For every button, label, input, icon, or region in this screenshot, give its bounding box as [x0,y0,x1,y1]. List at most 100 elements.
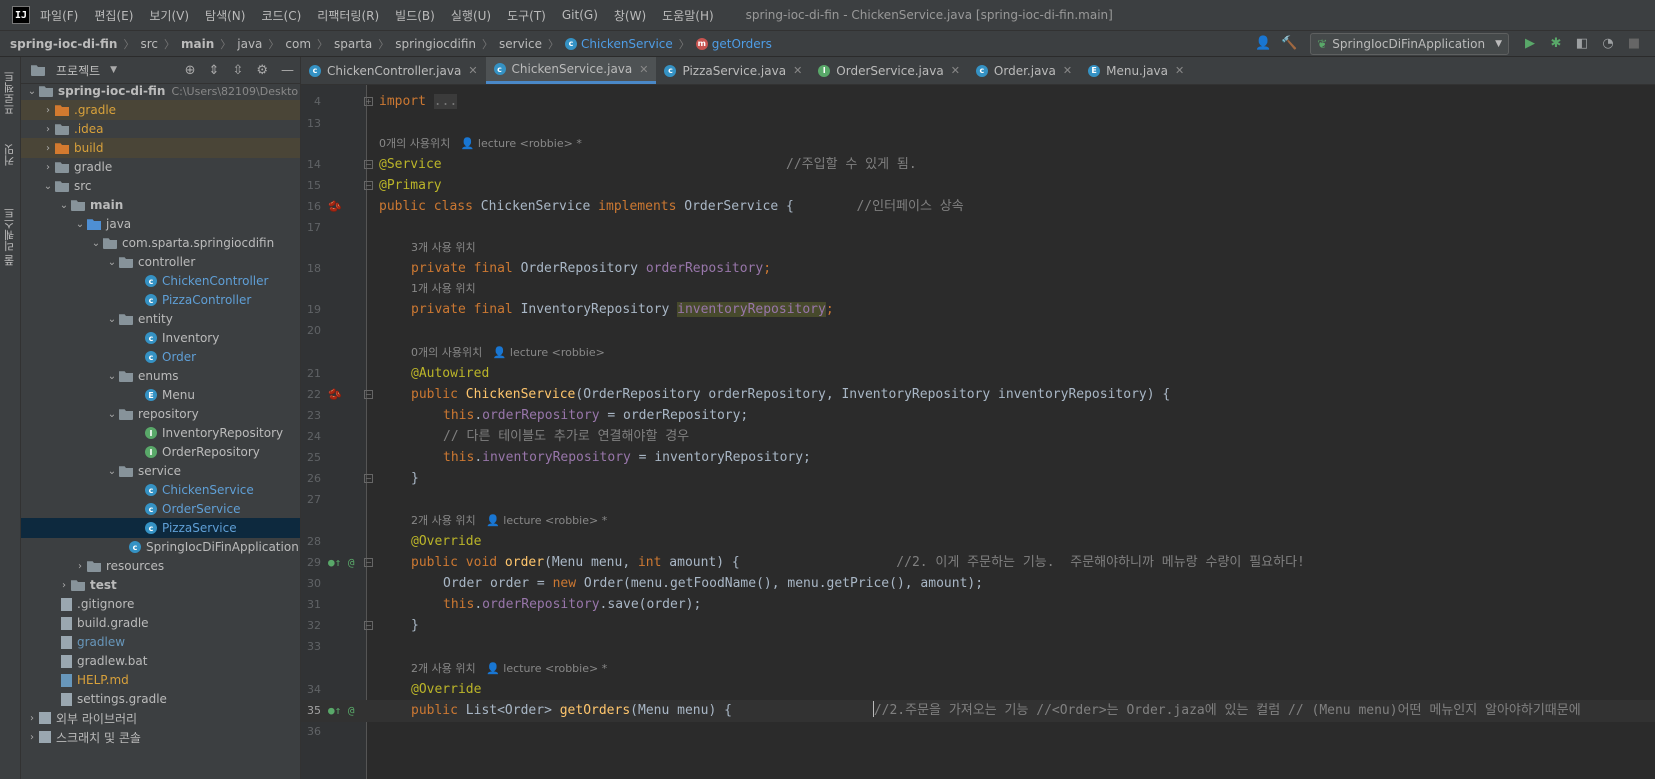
tab-order[interactable]: c Order.java ✕ [968,57,1080,84]
tool-project-button[interactable]: 프로젝트 [2,63,19,123]
chevron-right-icon[interactable]: › [41,105,55,116]
close-icon[interactable]: ✕ [468,64,477,77]
folded-imports[interactable]: ... [433,94,458,109]
crumb-springiocdifin[interactable]: springiocdifin [395,37,476,51]
tree-item-java[interactable]: ⌄ java [21,214,300,234]
menu-window[interactable]: 창(W) [614,7,646,24]
tree-item-gradle[interactable]: › gradle [21,157,300,177]
build-hammer-icon[interactable]: 🔨 [1279,34,1299,54]
chevron-down-icon[interactable]: ▼ [110,65,117,75]
menu-git[interactable]: Git(G) [562,8,598,22]
close-icon[interactable]: ✕ [793,64,802,77]
usage-hint[interactable]: 0개의 사용위치 👤 lecture <robbie> [411,342,605,364]
tree-item-scratches[interactable]: › 스크래치 및 콘솔 [21,727,300,747]
tab-chickenservice[interactable]: c ChickenService.java ✕ [485,57,657,84]
fold-icon[interactable]: − [364,160,373,169]
tab-menu[interactable]: E Menu.java ✕ [1080,57,1192,84]
usage-hint[interactable]: 2개 사용 위치 👤 lecture <robbie> * [411,658,607,680]
chevron-right-icon[interactable]: › [57,580,71,591]
menu-help[interactable]: 도움말(H) [662,7,714,24]
tab-chickencontroller[interactable]: c ChickenController.java ✕ [301,57,486,84]
chevron-right-icon[interactable]: › [25,713,39,724]
implements-method-icon[interactable]: ●↑ @ [328,556,355,570]
tree-item-inventory[interactable]: c Inventory [21,328,300,348]
chevron-right-icon[interactable]: › [41,162,55,173]
debug-icon[interactable]: ✱ [1546,34,1566,54]
menu-refactor[interactable]: 리팩터링(R) [317,7,379,24]
menu-edit[interactable]: 편집(E) [94,7,133,24]
tree-item-menu[interactable]: E Menu [21,385,300,405]
fold-icon[interactable]: − [364,390,373,399]
tab-pizzaservice[interactable]: c PizzaService.java ✕ [656,57,810,84]
tree-item-package[interactable]: ⌄ com.sparta.springiocdifin [21,233,300,253]
tree-item-repository[interactable]: ⌄ repository [21,404,300,424]
crumb-java[interactable]: java [237,37,262,51]
menu-tools[interactable]: 도구(T) [507,7,546,24]
implements-method-icon[interactable]: ●↑ @ [328,704,355,718]
tree-item-gradlew-bat[interactable]: gradlew.bat [21,651,300,671]
close-icon[interactable]: ✕ [1063,64,1072,77]
crumb-com[interactable]: com [285,37,311,51]
tree-item-controller[interactable]: ⌄ controller [21,252,300,272]
chevron-down-icon[interactable]: ⌄ [57,200,71,211]
chevron-down-icon[interactable]: ⌄ [105,466,119,477]
tree-item-gitignore[interactable]: .gitignore [21,594,300,614]
minimize-icon[interactable]: — [281,63,294,78]
tree-item-root[interactable]: ⌄ spring-ioc-di-fin C:\Users\82109\Deskt… [21,81,300,101]
project-panel-title[interactable]: 프로젝트 [56,62,100,79]
chevron-down-icon[interactable]: ⌄ [105,257,119,268]
user-account-icon[interactable]: 👤 [1253,34,1273,54]
crumb-chickenservice[interactable]: ChickenService [581,37,673,51]
chevron-down-icon[interactable]: ⌄ [105,314,119,325]
tree-item-main[interactable]: ⌄ main [21,195,300,215]
menu-navigate[interactable]: 탐색(N) [205,7,245,24]
close-icon[interactable]: ✕ [639,63,648,76]
usage-hint[interactable]: 0개의 사용위치 👤 lecture <robbie> * [379,133,582,155]
tree-item-resources[interactable]: › resources [21,556,300,576]
usage-hint[interactable]: 3개 사용 위치 [411,237,476,259]
tree-item-build[interactable]: › build [21,138,300,158]
run-icon[interactable]: ▶ [1520,34,1540,54]
tree-item-external-libraries[interactable]: › 외부 라이브러리 [21,708,300,728]
spring-bean-icon[interactable]: 🫘 [328,388,342,402]
crumb-getorders[interactable]: getOrders [712,37,772,51]
fold-icon[interactable]: − [364,181,373,190]
close-icon[interactable]: ✕ [951,64,960,77]
chevron-down-icon[interactable]: ⌄ [105,371,119,382]
chevron-down-icon[interactable]: ⌄ [105,409,119,420]
menu-code[interactable]: 코드(C) [261,7,301,24]
stop-icon[interactable]: ■ [1624,34,1644,54]
menu-run[interactable]: 실행(U) [451,7,491,24]
chevron-down-icon[interactable]: ⌄ [73,219,87,230]
tree-item-service[interactable]: ⌄ service [21,461,300,481]
tree-item-chickenservice[interactable]: c ChickenService [21,480,300,500]
tool-pull-requests-button[interactable]: 풀 리퀘스트 [2,197,19,277]
tree-item-orderservice[interactable]: c OrderService [21,499,300,519]
tree-item-springiocdifinapplication[interactable]: c SpringIocDiFinApplication [21,537,300,557]
tree-item-gradle-dir[interactable]: › .gradle [21,100,300,120]
menu-build[interactable]: 빌드(B) [395,7,435,24]
crumb-sparta[interactable]: sparta [334,37,372,51]
tree-item-orderrepository[interactable]: I OrderRepository [21,442,300,462]
menu-view[interactable]: 보기(V) [149,7,189,24]
fold-icon[interactable]: − [364,621,373,630]
crumb-project[interactable]: spring-ioc-di-fin [10,37,117,51]
crumb-src[interactable]: src [140,37,158,51]
run-configuration-select[interactable]: ❦ SpringIocDiFinApplication ▼ [1310,32,1509,55]
tree-item-test[interactable]: › test [21,575,300,595]
tree-item-pizzacontroller[interactable]: c PizzaController [21,290,300,310]
chevron-down-icon[interactable]: ⌄ [41,181,55,192]
chevron-down-icon[interactable]: ⌄ [25,86,39,97]
chevron-right-icon[interactable]: › [41,124,55,135]
locate-icon[interactable]: ⊕ [185,63,196,78]
tree-item-inventoryrepository[interactable]: I InventoryRepository [21,423,300,443]
expand-all-icon[interactable]: ⇕ [209,63,220,78]
chevron-right-icon[interactable]: › [73,561,87,572]
fold-icon[interactable]: − [364,474,373,483]
tree-item-settings-gradle[interactable]: settings.gradle [21,689,300,709]
tree-item-help-md[interactable]: HELP.md [21,670,300,690]
coverage-icon[interactable]: ◧ [1572,34,1592,54]
chevron-right-icon[interactable]: › [25,732,39,743]
tree-item-order[interactable]: c Order [21,347,300,367]
tree-item-gradlew[interactable]: gradlew [21,632,300,652]
